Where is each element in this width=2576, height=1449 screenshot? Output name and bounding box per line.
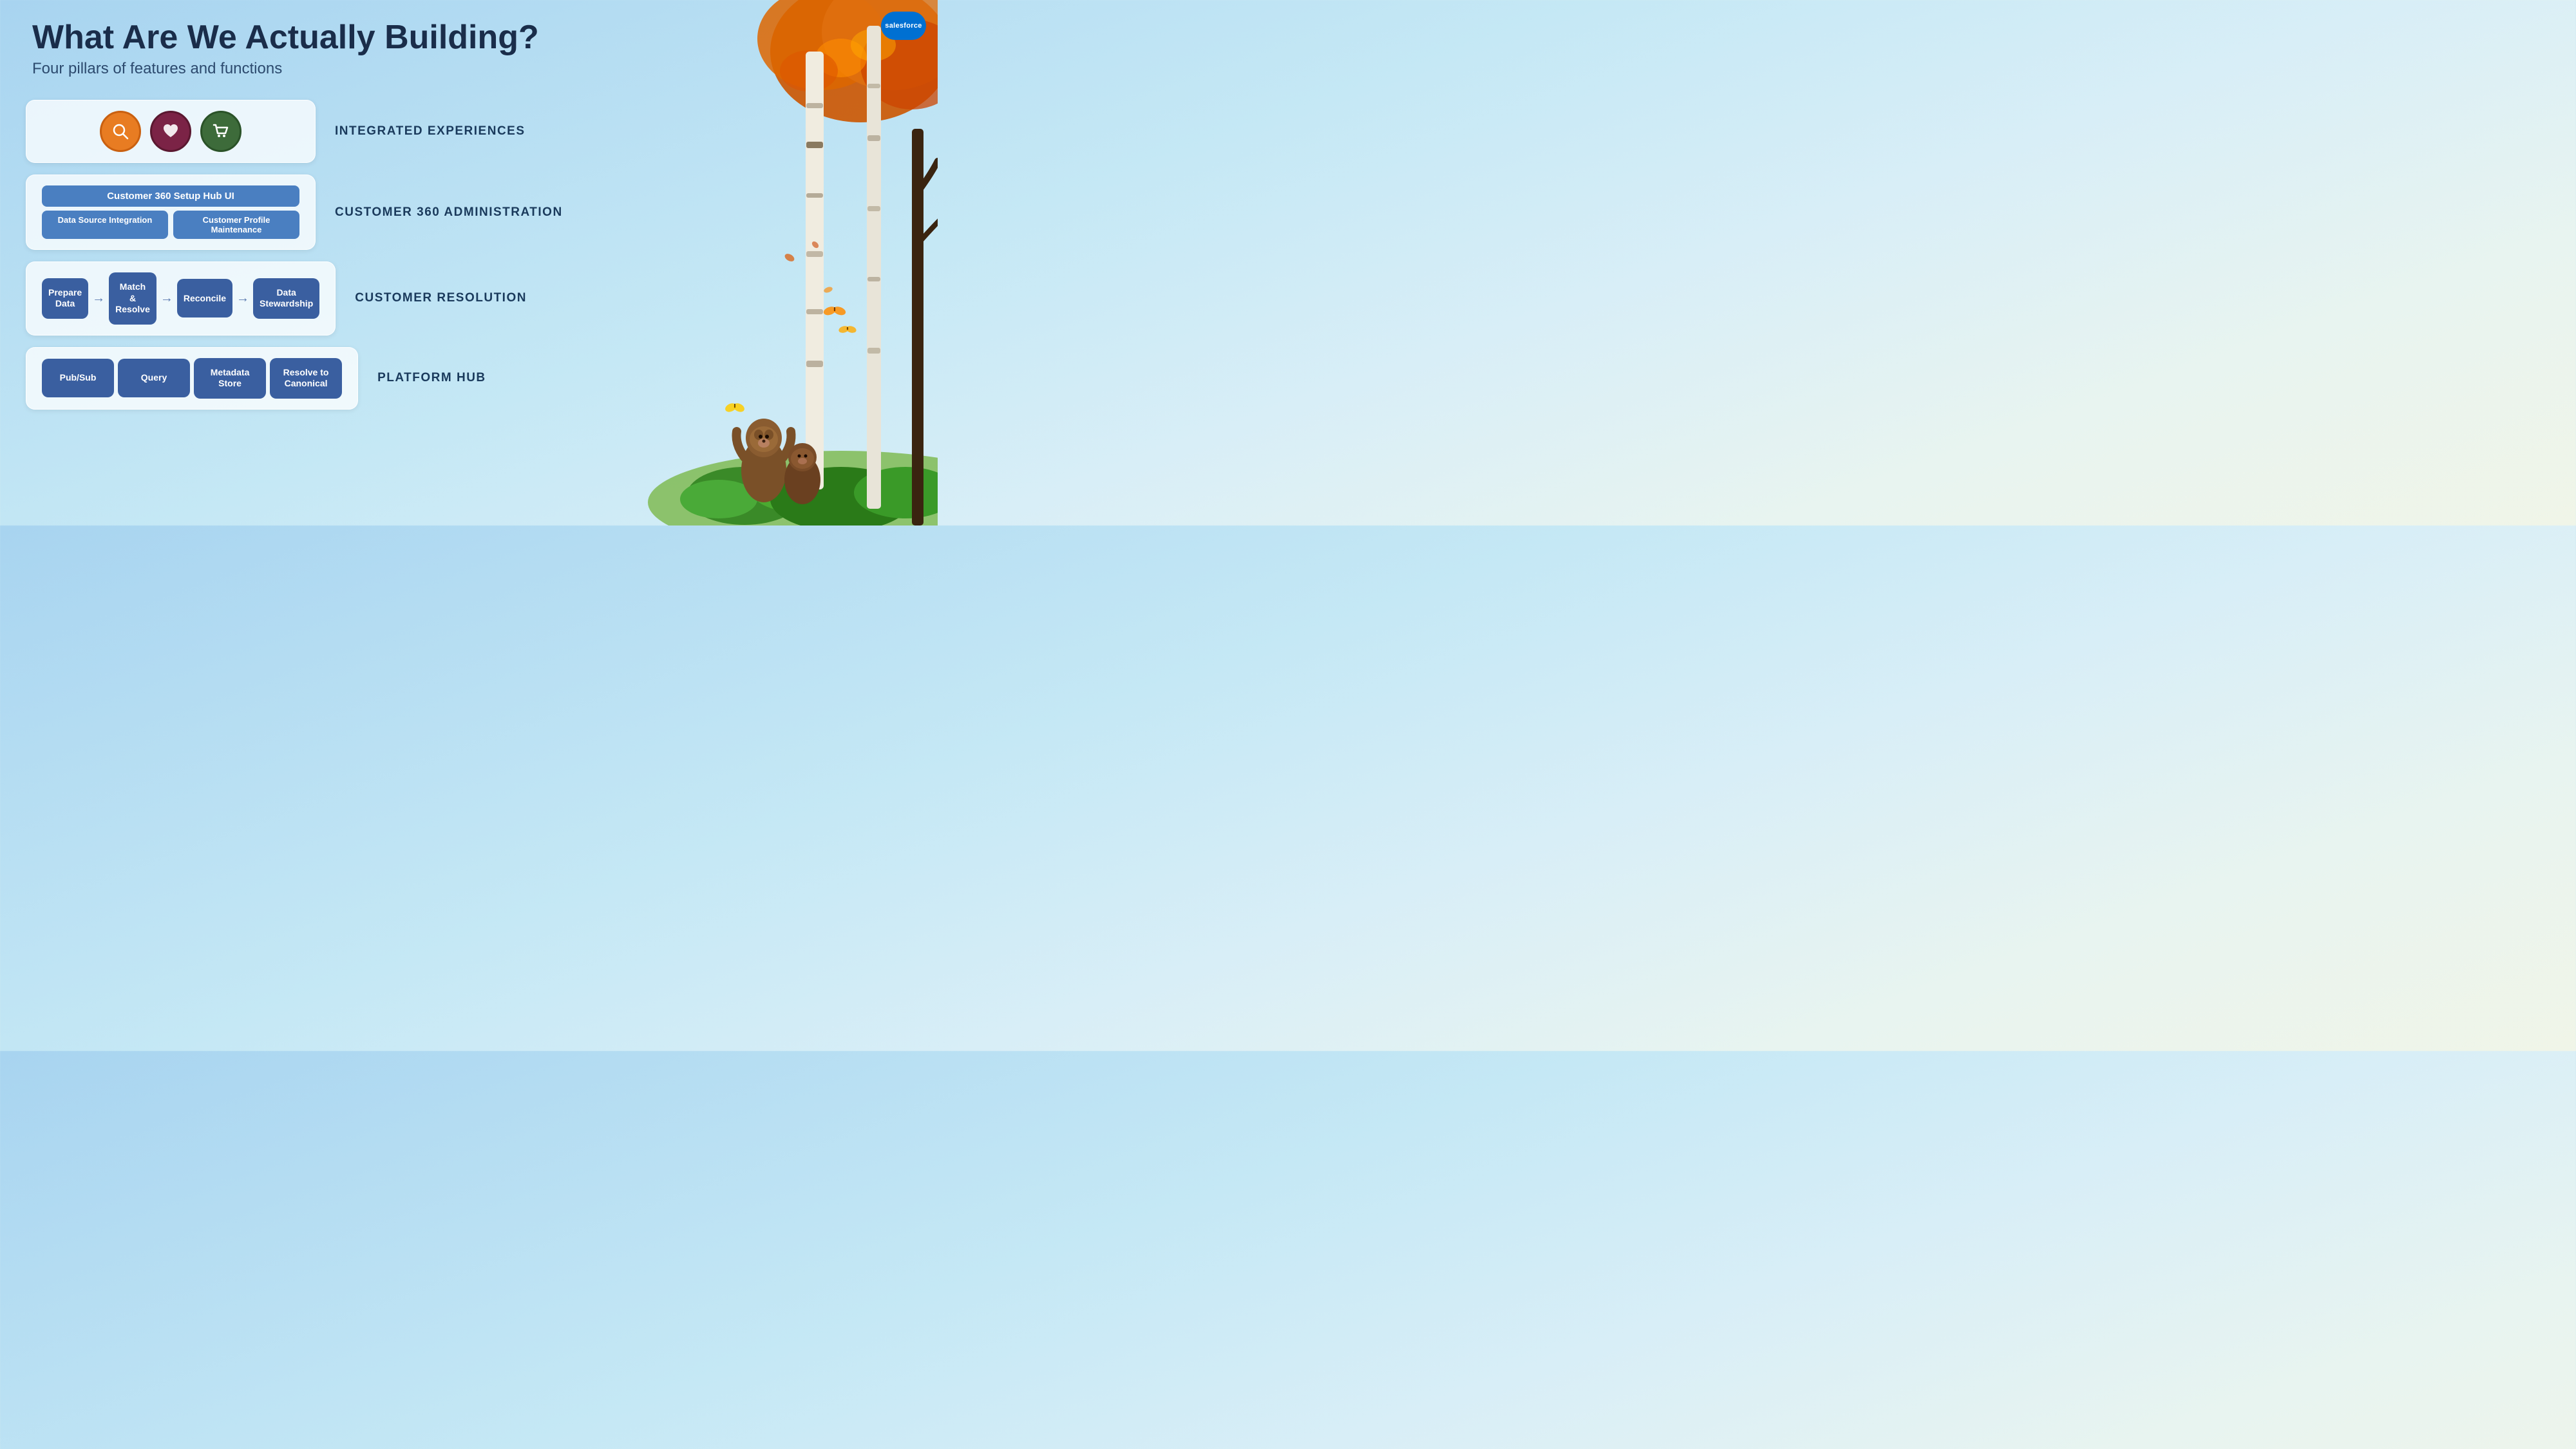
icons-row — [42, 111, 299, 152]
pillar-row-2: Customer 360 Setup Hub UI Data Source In… — [26, 175, 515, 250]
steps-row-3: Prepare Data → Match & Resolve → Reconci… — [42, 272, 319, 325]
step-btn-resolve-canonical[interactable]: Resolve to Canonical — [270, 358, 342, 399]
page-subtitle: Four pillars of features and functions — [32, 60, 539, 78]
pillar-row-3: Prepare Data → Match & Resolve → Reconci… — [26, 261, 515, 336]
salesforce-logo: salesforce — [881, 12, 926, 40]
search-icon-circle — [100, 111, 141, 152]
pillar-label-4: PLATFORM HUB — [377, 371, 515, 385]
pillar-label-1: INTEGRATED EXPERIENCES — [335, 124, 515, 138]
step-btn-data-stewardship[interactable]: Data Stewardship — [253, 278, 319, 319]
admin-sub-btn-2: Customer Profile Maintenance — [173, 211, 299, 239]
pillar-label-2: CUSTOMER 360 ADMINISTRATION — [335, 205, 515, 220]
admin-header-bar: Customer 360 Setup Hub UI — [42, 185, 299, 207]
step-btn-pubsub[interactable]: Pub/Sub — [42, 359, 114, 397]
customer-resolution-card: Prepare Data → Match & Resolve → Reconci… — [26, 261, 336, 336]
steps-row-4: Pub/Sub Query Metadata Store Resolve to … — [42, 358, 342, 399]
step-btn-query[interactable]: Query — [118, 359, 190, 397]
heart-icon-circle — [150, 111, 191, 152]
step-btn-reconcile[interactable]: Reconcile — [177, 279, 232, 317]
cart-icon-circle — [200, 111, 242, 152]
arrow-icon-1: → — [92, 291, 105, 306]
step-btn-metadata-store[interactable]: Metadata Store — [194, 358, 266, 399]
admin-sub-btn-1: Data Source Integration — [42, 211, 168, 239]
page-title: What Are We Actually Building? — [32, 19, 539, 56]
arrow-icon-3: → — [236, 291, 249, 306]
platform-hub-card: Pub/Sub Query Metadata Store Resolve to … — [26, 347, 358, 410]
pillar-row-4: Pub/Sub Query Metadata Store Resolve to … — [26, 347, 515, 410]
admin-block: Customer 360 Setup Hub UI Data Source In… — [42, 185, 299, 239]
pillar-row-1: INTEGRATED EXPERIENCES — [26, 100, 515, 163]
admin-sub-row: Data Source Integration Customer Profile… — [42, 211, 299, 239]
customer-360-admin-card: Customer 360 Setup Hub UI Data Source In… — [26, 175, 316, 250]
nature-illustration — [616, 0, 938, 526]
integrated-experiences-card — [26, 100, 316, 163]
pillar-label-3: CUSTOMER RESOLUTION — [355, 291, 527, 305]
pillars-container: INTEGRATED EXPERIENCES Customer 360 Setu… — [26, 100, 515, 410]
step-btn-prepare-data[interactable]: Prepare Data — [42, 278, 88, 319]
title-area: What Are We Actually Building? Four pill… — [32, 19, 539, 78]
arrow-icon-2: → — [160, 291, 173, 306]
step-btn-match-resolve[interactable]: Match & Resolve — [109, 272, 156, 325]
